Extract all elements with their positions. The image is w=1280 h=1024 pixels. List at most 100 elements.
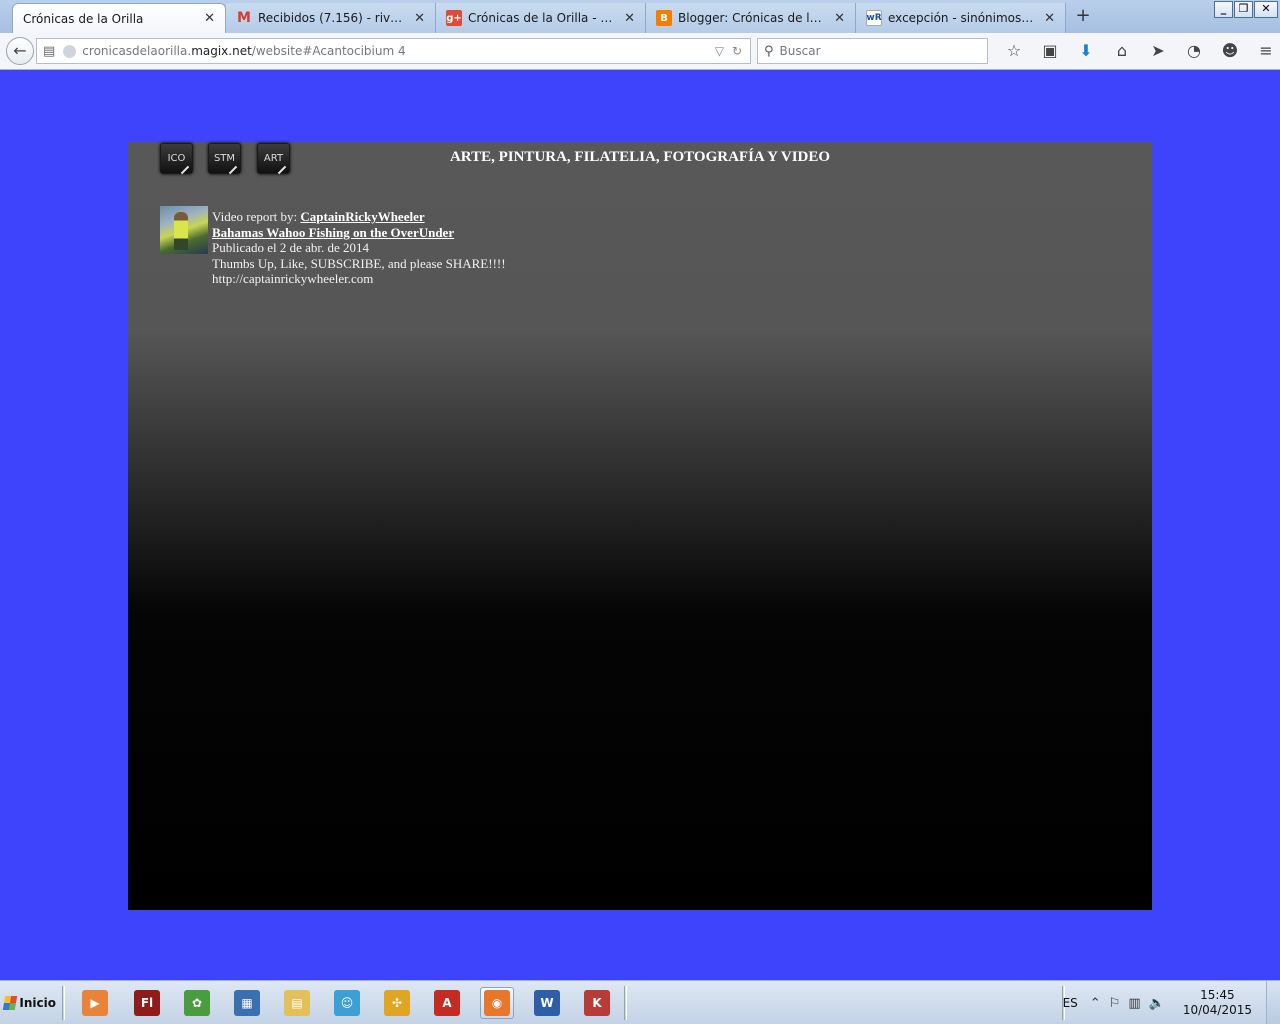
back-button[interactable]: ←: [6, 37, 34, 65]
send-icon[interactable]: ➤: [1140, 39, 1176, 63]
flashget-icon: ▦: [234, 990, 260, 1016]
kaspersky-icon: K: [584, 990, 610, 1016]
show-desktop-button[interactable]: [1266, 981, 1280, 1024]
tab-title: Recibidos (7.156) - riverode...: [258, 11, 406, 25]
page-info-icon[interactable]: ▤: [43, 44, 55, 59]
tab-googleplus[interactable]: g+ Crónicas de la Orilla - Com... ✕: [436, 3, 646, 33]
toolbox-icon: ✣: [384, 990, 410, 1016]
taskbar: Inicio ▶ Fl ✿ ▦ ▤ ☺ ✣ A ◉ W K ES ⌃ ⚐ ▥ 🔈 15:45 10/…: [0, 980, 1280, 1024]
media-player-icon: ▶: [82, 990, 108, 1016]
call-to-action: Thumbs Up, Like, SUBSCRIBE, and please S…: [212, 255, 506, 271]
taskbar-app-acrobat[interactable]: A: [430, 987, 464, 1019]
sync-icon[interactable]: ◔: [1176, 39, 1212, 63]
taskbar-app-firefox[interactable]: ◉: [480, 987, 514, 1019]
system-tray: ES ⌃ ⚐ ▥ 🔈 15:45 10/04/2015: [1063, 981, 1280, 1024]
new-tab-button[interactable]: +: [1072, 5, 1094, 27]
author-link[interactable]: CaptainRickyWheeler: [300, 209, 424, 224]
picasa-icon: ✿: [184, 990, 210, 1016]
tab-strip: Crónicas de la Orilla ✕ M Recibidos (7.1…: [0, 0, 1280, 33]
website-url: http://captainrickywheeler.com: [212, 271, 374, 286]
start-label: Inicio: [19, 996, 56, 1010]
chat-icon[interactable]: ☻: [1212, 39, 1248, 63]
reading-list-icon[interactable]: ▣: [1032, 39, 1068, 63]
wordreference-icon: wR: [866, 10, 882, 26]
start-button[interactable]: Inicio: [0, 987, 56, 1019]
tab-wordreference[interactable]: wR excepción - sinónimos y a... ✕: [856, 3, 1066, 33]
googleplus-icon: g+: [446, 10, 462, 26]
clock-time: 15:45: [1200, 988, 1235, 1002]
taskbar-app-picasa[interactable]: ✿: [180, 987, 214, 1019]
dropdown-arrow-icon[interactable]: ▽: [715, 44, 724, 58]
reload-icon[interactable]: ↻: [732, 44, 742, 58]
minimize-button[interactable]: _: [1214, 1, 1233, 18]
acrobat-icon: A: [434, 990, 460, 1016]
windows-logo-icon: [2, 996, 18, 1010]
blogger-icon: B: [656, 10, 672, 26]
globe-icon: [63, 44, 77, 58]
published-date: Publicado el 2 de abr. de 2014: [212, 240, 370, 255]
show-hidden-icons-icon[interactable]: ⌃: [1090, 996, 1101, 1011]
address-bar[interactable]: ▤ cronicasdelaorilla.magix.net/website#A…: [36, 38, 751, 64]
url-prefix: cronicasdelaorilla.: [82, 44, 192, 58]
url-domain: magix.net: [191, 44, 252, 58]
language-indicator[interactable]: ES: [1063, 996, 1078, 1010]
messenger-icon: ☺: [334, 990, 360, 1016]
taskbar-app-toolbox[interactable]: ✣: [380, 987, 414, 1019]
close-icon[interactable]: ✕: [414, 11, 425, 26]
search-bar[interactable]: ⚲ Buscar: [757, 38, 988, 64]
taskbar-app-messenger[interactable]: ☺: [330, 987, 364, 1019]
tab-blogger[interactable]: B Blogger: Crónicas de la Oril... ✕: [646, 3, 856, 33]
video-description: Video report by: CaptainRickyWheeler Bah…: [212, 209, 506, 287]
video-thumbnail[interactable]: [160, 206, 208, 254]
video-title-link[interactable]: Bahamas Wahoo Fishing on the OverUnder: [212, 225, 454, 240]
taskbar-app-word[interactable]: W: [530, 987, 564, 1019]
volume-icon[interactable]: 🔈: [1149, 996, 1165, 1011]
page-title: ARTE, PINTURA, FILATELIA, FOTOGRAFÍA Y V…: [449, 149, 831, 165]
close-window-button[interactable]: ✕: [1254, 1, 1278, 18]
bookmark-star-icon[interactable]: ☆: [996, 39, 1032, 63]
url-text[interactable]: cronicasdelaorilla.magix.net/website#Aca…: [82, 44, 714, 58]
taskbar-app-flash[interactable]: Fl: [130, 987, 164, 1019]
tab-title: excepción - sinónimos y a...: [888, 11, 1036, 25]
url-path: /website#Acantocibium 4: [251, 44, 406, 58]
taskbar-app-kaspersky[interactable]: K: [580, 987, 614, 1019]
action-center-flag-icon[interactable]: ⚐: [1109, 996, 1121, 1011]
taskbar-app-flashget[interactable]: ▦: [230, 987, 264, 1019]
website-canvas: ICO STM ART ARTE, PINTURA, FILATELIA, FO…: [128, 142, 1152, 910]
clock-date: 10/04/2015: [1182, 1003, 1252, 1017]
window-controls: _ ❐ ✕: [1213, 1, 1278, 18]
search-placeholder: Buscar: [779, 44, 821, 58]
gmail-icon: M: [237, 10, 251, 26]
network-icon[interactable]: ▥: [1128, 996, 1140, 1011]
taskbar-divider: [624, 986, 627, 1020]
close-icon[interactable]: ✕: [1044, 11, 1055, 26]
report-prefix: Video report by:: [212, 209, 301, 224]
flash-icon: Fl: [134, 990, 160, 1016]
navigation-bar: ← ▤ cronicasdelaorilla.magix.net/website…: [0, 33, 1280, 70]
explorer-folder-icon: ▤: [284, 990, 310, 1016]
close-icon[interactable]: ✕: [624, 11, 635, 26]
tab-gmail[interactable]: M Recibidos (7.156) - riverode... ✕: [226, 3, 436, 33]
maximize-button[interactable]: ❐: [1234, 1, 1253, 18]
close-icon[interactable]: ✕: [204, 11, 215, 26]
tab-cronicas[interactable]: Crónicas de la Orilla ✕: [12, 3, 226, 33]
taskbar-app-explorer-folder[interactable]: ▤: [280, 987, 314, 1019]
firefox-icon: ◉: [484, 990, 510, 1016]
word-icon: W: [534, 990, 560, 1016]
toolbar-icons: ☆ ▣ ⬇ ⌂ ➤ ◔ ☻ ≡: [996, 39, 1280, 63]
back-arrow-icon: ←: [13, 41, 27, 60]
taskbar-app-media-player[interactable]: ▶: [78, 987, 112, 1019]
thumbnail-person: [174, 212, 188, 250]
report-line: Video report by: CaptainRickyWheeler: [212, 209, 506, 225]
clock[interactable]: 15:45 10/04/2015: [1183, 988, 1252, 1018]
title-line: Bahamas Wahoo Fishing on the OverUnder: [212, 225, 506, 241]
menu-icon[interactable]: ≡: [1248, 39, 1280, 63]
tab-title: Crónicas de la Orilla: [23, 11, 144, 26]
taskbar-divider: [62, 986, 65, 1020]
tab-title: Crónicas de la Orilla - Com...: [468, 11, 617, 25]
close-icon[interactable]: ✕: [834, 11, 845, 26]
search-icon: ⚲: [764, 43, 774, 59]
tab-title: Blogger: Crónicas de la Oril...: [678, 11, 826, 25]
download-icon[interactable]: ⬇: [1068, 39, 1104, 63]
home-icon[interactable]: ⌂: [1104, 39, 1140, 63]
